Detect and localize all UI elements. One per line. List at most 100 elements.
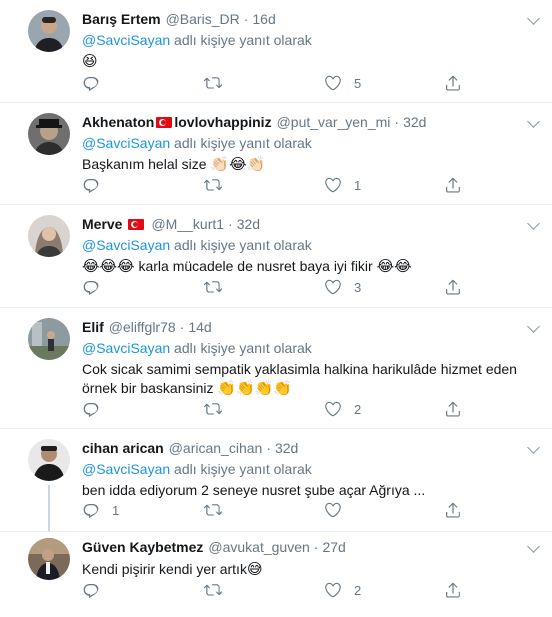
retweet-button[interactable] (204, 176, 234, 194)
tweet-emojis: 😂😂 (376, 257, 412, 275)
reply-icon (82, 74, 100, 92)
retweet-button[interactable] (204, 278, 234, 296)
tweet[interactable]: Elif @eliffglr78 · 14d @SavciSayan adlı … (0, 308, 552, 429)
tweet-text-body: karla mücadele de nusret baya iyi fikir (138, 258, 373, 274)
tweet-emojis: 😅 (246, 560, 263, 578)
share-icon (444, 74, 462, 92)
retweet-button[interactable] (204, 400, 234, 418)
tweet-text: ben idda ediyorum 2 seneye nusret şube a… (82, 481, 542, 500)
separator-dot: · (179, 319, 185, 335)
heart-icon (324, 278, 342, 296)
timestamp[interactable]: 27d (322, 539, 345, 555)
tweet[interactable]: Güven Kaybetmez @avukat_guven · 27d Kend… (0, 531, 552, 617)
thread-connector (48, 485, 50, 531)
tweet[interactable]: cihan arican @arican_cihan · 32d @SavciS… (0, 429, 552, 531)
reply-icon (82, 176, 100, 194)
user-handle[interactable]: @put_var_yen_mi (277, 114, 391, 130)
reply-context-label: adlı kişiye yanıt olarak (174, 340, 312, 356)
tweet-emojis: 👏👏👏👏 (217, 379, 293, 397)
share-button[interactable] (444, 501, 462, 519)
like-button[interactable]: 3 (324, 278, 361, 296)
separator-dot: · (313, 539, 319, 555)
mention-link[interactable]: @SavciSayan (82, 237, 170, 253)
like-button[interactable]: 2 (324, 581, 361, 599)
reply-context-label: adlı kişiye yanıt olarak (174, 461, 312, 477)
avatar[interactable] (28, 113, 70, 155)
separator-dot: · (228, 216, 233, 232)
like-button[interactable]: 5 (324, 74, 361, 92)
share-button[interactable] (444, 278, 462, 296)
share-icon (444, 278, 462, 296)
heart-icon (324, 74, 342, 92)
reply-context: @SavciSayan adlı kişiye yanıt olarak (82, 340, 542, 358)
reply-button[interactable]: 1 (82, 501, 119, 519)
avatar[interactable] (28, 10, 70, 52)
display-name[interactable]: Elif (82, 319, 104, 335)
timestamp[interactable]: 32d (403, 114, 426, 130)
timestamp[interactable]: 14d (188, 319, 211, 335)
reply-button[interactable] (82, 176, 112, 194)
heart-icon (324, 501, 342, 519)
share-button[interactable] (444, 176, 462, 194)
retweet-icon (204, 176, 222, 194)
reply-button[interactable] (82, 581, 112, 599)
display-name[interactable]: Barış Ertem (82, 11, 161, 27)
like-button[interactable] (324, 501, 354, 519)
reply-button[interactable] (82, 400, 112, 418)
turkish-flag-icon (156, 116, 173, 128)
reply-context: @SavciSayan adlı kişiye yanıt olarak (82, 461, 542, 479)
like-button[interactable]: 1 (324, 176, 361, 194)
tweet-text: Başkanım helal size 👏🏻😂👏🏻 (82, 155, 542, 174)
retweet-button[interactable] (204, 501, 234, 519)
reply-count: 1 (112, 502, 120, 518)
avatar[interactable] (28, 538, 70, 580)
mention-link[interactable]: @SavciSayan (82, 135, 170, 151)
user-handle[interactable]: @eliffglr78 (109, 319, 176, 335)
heart-icon (324, 400, 342, 418)
avatar[interactable] (28, 215, 70, 257)
separator-dot: · (394, 114, 400, 130)
display-name-part[interactable]: lovlovhappiniz (174, 114, 271, 130)
display-name-part[interactable]: Akhenaton (82, 114, 154, 130)
user-handle[interactable]: @M__kurt1 (151, 216, 224, 232)
reply-icon (82, 501, 100, 519)
share-button[interactable] (444, 581, 462, 599)
retweet-icon (204, 501, 222, 519)
display-name[interactable]: cihan arican (82, 440, 164, 456)
retweet-icon (204, 278, 222, 296)
display-name[interactable]: Güven Kaybetmez (82, 539, 203, 555)
tweet-text: 😂😂😂 karla mücadele de nusret baya iyi fi… (82, 257, 542, 276)
tweet[interactable]: Akhenaton lovlovhappiniz @put_var_yen_mi… (0, 103, 552, 205)
reply-context-label: adlı kişiye yanıt olarak (174, 32, 312, 48)
mention-link[interactable]: @SavciSayan (82, 340, 170, 356)
mention-link[interactable]: @SavciSayan (82, 461, 170, 477)
reply-context: @SavciSayan adlı kişiye yanıt olarak (82, 135, 542, 153)
retweet-button[interactable] (204, 74, 234, 92)
tweet-actions: 2 (82, 400, 482, 422)
reply-button[interactable] (82, 278, 112, 296)
separator-dot: · (243, 11, 249, 27)
tweet-actions: 2 (82, 581, 482, 603)
like-count: 3 (354, 279, 362, 295)
share-button[interactable] (444, 74, 462, 92)
tweet-text: 😆 (82, 52, 542, 71)
avatar[interactable] (28, 318, 70, 360)
user-handle[interactable]: @avukat_guven (208, 539, 309, 555)
timestamp[interactable]: 16d (252, 11, 275, 27)
display-name[interactable]: Merve (82, 216, 122, 232)
timestamp[interactable]: 32d (237, 216, 260, 232)
avatar[interactable] (28, 439, 70, 481)
user-handle[interactable]: @Baris_DR (166, 11, 240, 27)
like-button[interactable]: 2 (324, 400, 361, 418)
tweet[interactable]: Merve @M__kurt1 · 32d @SavciSayan adlı k… (0, 205, 552, 308)
tweet-text-body: ben idda ediyorum 2 seneye nusret şube a… (82, 482, 426, 498)
mention-link[interactable]: @SavciSayan (82, 32, 170, 48)
timestamp[interactable]: 32d (275, 440, 298, 456)
share-button[interactable] (444, 400, 462, 418)
reply-button[interactable] (82, 74, 112, 92)
tweet[interactable]: Barış Ertem @Baris_DR · 16d @SavciSayan … (0, 0, 552, 103)
reply-context-label: adlı kişiye yanıt olarak (174, 237, 312, 253)
user-handle[interactable]: @arican_cihan (169, 440, 263, 456)
retweet-button[interactable] (204, 581, 234, 599)
tweet-text: Kendi pişirir kendi yer artık😅 (82, 560, 542, 579)
